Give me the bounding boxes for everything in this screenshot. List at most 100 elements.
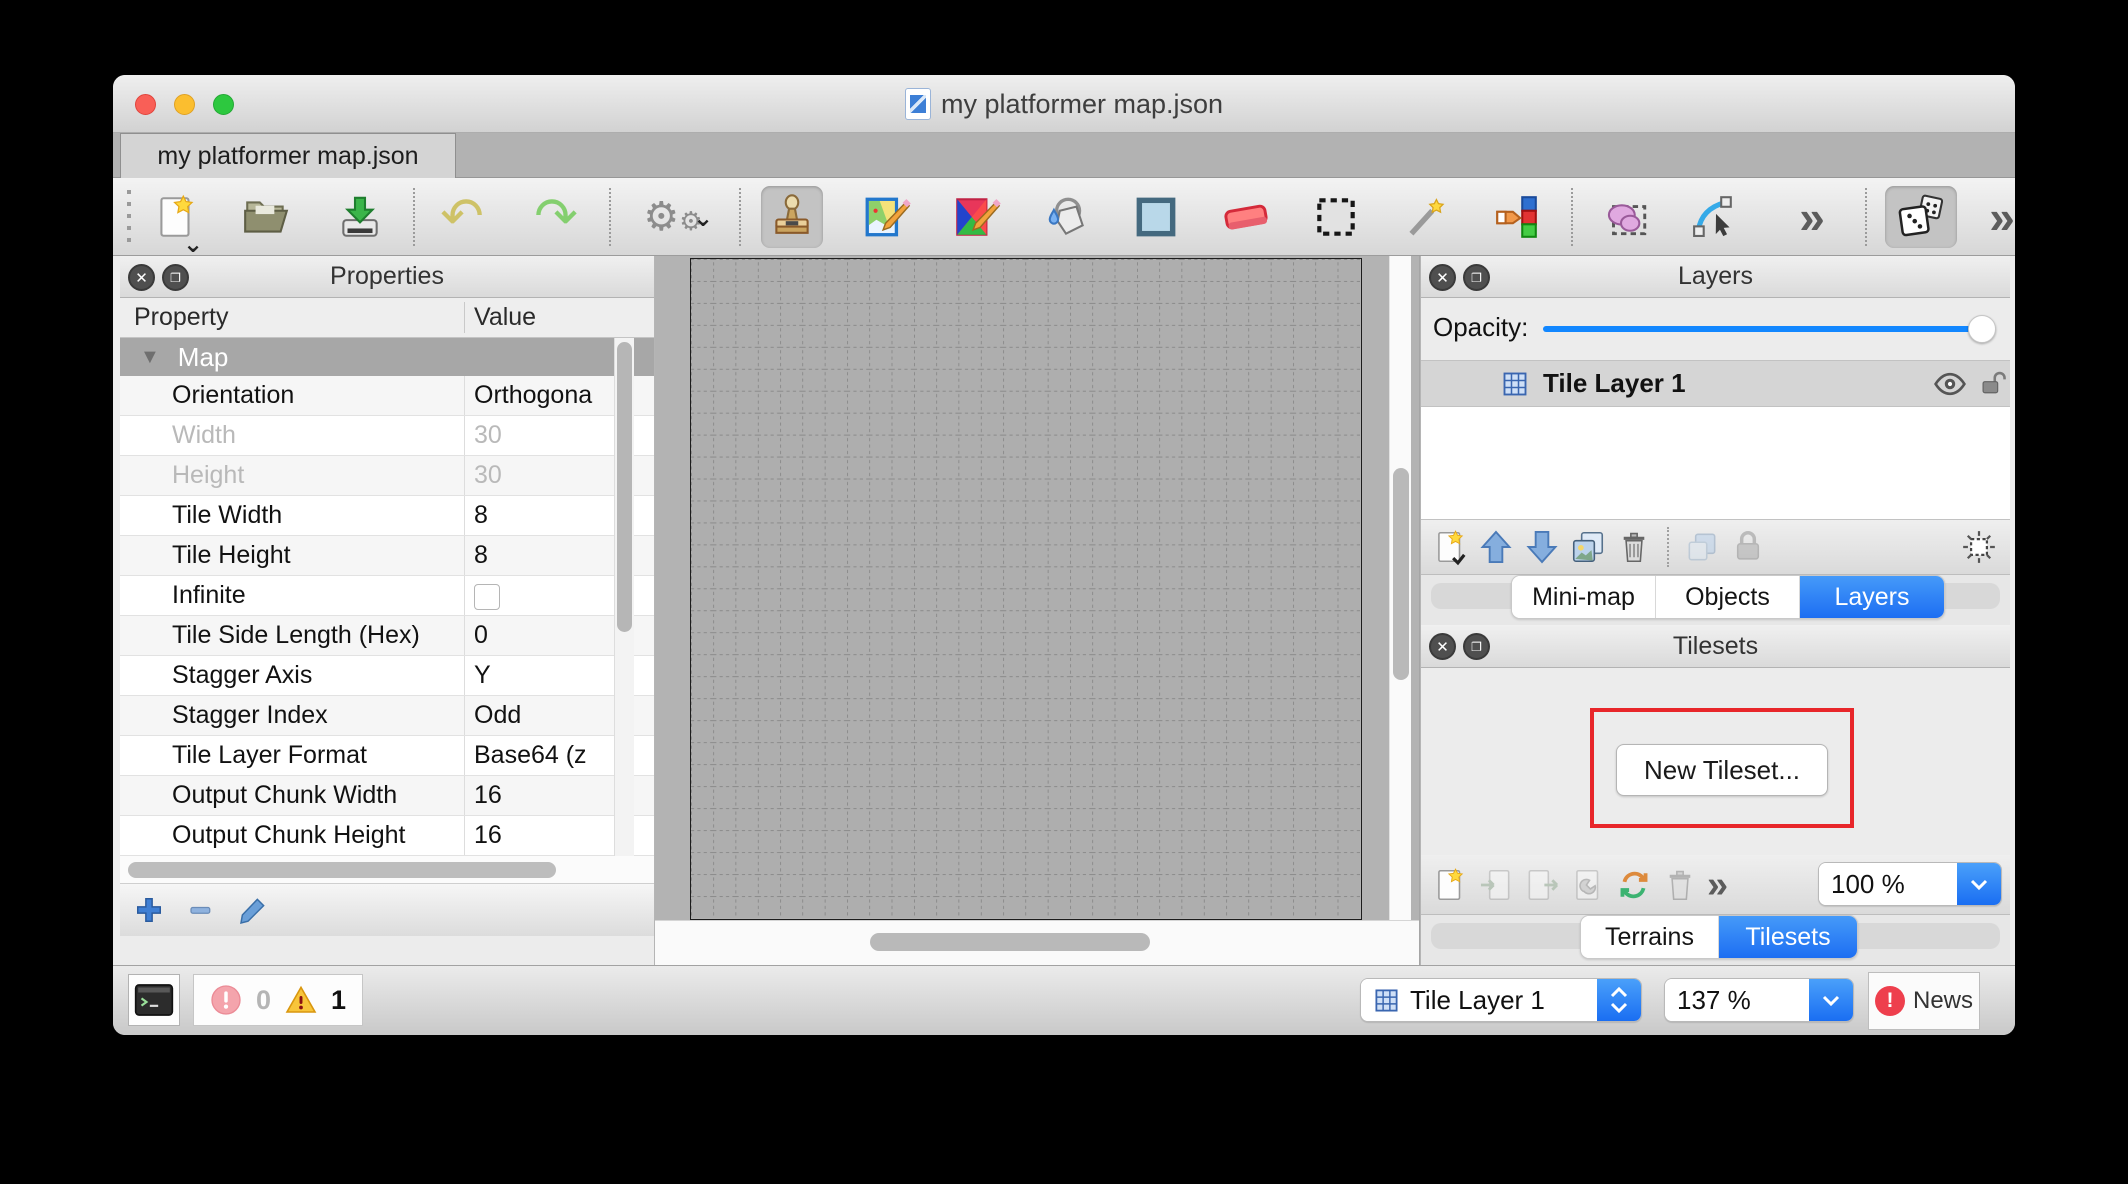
random-mode-button[interactable] (1885, 186, 1957, 248)
magic-wand-button[interactable] (1395, 186, 1457, 248)
scrollbar-thumb[interactable] (1393, 468, 1409, 680)
open-file-button[interactable] (235, 186, 297, 248)
property-group-map[interactable]: ▼ Map (120, 338, 654, 376)
edit-property-icon[interactable] (238, 895, 268, 925)
table-row[interactable]: Output Chunk Width16 (120, 776, 654, 816)
tools-overflow-button[interactable]: » (1781, 186, 1843, 248)
app-window: my platformer map.json my platformer map… (113, 75, 2015, 1035)
properties-table: OrientationOrthogona Width30 Height30 Ti… (120, 376, 654, 856)
infinite-checkbox[interactable] (474, 584, 500, 610)
tile-brush-button[interactable] (945, 186, 1007, 248)
reload-tileset-icon[interactable] (1615, 866, 1653, 904)
table-row[interactable]: Width30 (120, 416, 654, 456)
lower-layer-icon[interactable] (1523, 528, 1561, 566)
map-zoom-value: 137 % (1665, 979, 1809, 1021)
table-row[interactable]: Infinite (120, 576, 654, 616)
layer-row-selected[interactable]: Tile Layer 1 (1421, 361, 2010, 407)
tab-layers[interactable]: Layers (1800, 576, 1944, 618)
opacity-slider[interactable] (1543, 326, 1992, 332)
undo-button[interactable]: ↶ (431, 186, 493, 248)
table-row[interactable]: Output Chunk Height16 (120, 816, 654, 856)
float-panel-icon[interactable]: ❐ (1463, 633, 1490, 660)
close-panel-icon[interactable]: ✕ (1429, 633, 1456, 660)
square-shape-icon (1131, 192, 1181, 242)
float-panel-icon[interactable]: ❐ (1463, 264, 1490, 291)
close-panel-icon[interactable]: ✕ (128, 264, 155, 291)
table-row[interactable]: OrientationOrthogona (120, 376, 654, 416)
unlock-icon[interactable] (1979, 369, 2007, 399)
tab-objects[interactable]: Objects (1656, 576, 1800, 618)
redo-button[interactable]: ↷ (525, 186, 587, 248)
shape-fill-button[interactable] (1125, 186, 1187, 248)
console-button[interactable] (128, 974, 180, 1026)
table-row[interactable]: Tile Width8 (120, 496, 654, 536)
lock-layer-icon[interactable] (1729, 528, 1767, 566)
toolbar-grip[interactable] (127, 190, 131, 244)
terminal-icon (134, 983, 174, 1017)
eraser-button[interactable] (1215, 186, 1277, 248)
current-layer-select[interactable]: Tile Layer 1 (1360, 978, 1642, 1022)
new-layer-icon[interactable] (1431, 528, 1469, 566)
tileset-zoom-combo[interactable]: 100 % (1818, 862, 2002, 906)
highlight-current-layer-icon[interactable] (1960, 528, 1998, 566)
scrollbar-thumb[interactable] (617, 342, 632, 632)
add-property-icon[interactable] (134, 895, 164, 925)
scrollbar-thumb[interactable] (870, 933, 1150, 951)
commands-button[interactable]: ⚙⚙ ⌄ (631, 186, 715, 248)
delete-layer-icon[interactable] (1615, 528, 1653, 566)
new-tileset-icon[interactable] (1431, 866, 1469, 904)
toolbar-separator (1571, 188, 1573, 246)
terrain-brush-button[interactable] (855, 186, 917, 248)
raise-layer-icon[interactable] (1477, 528, 1515, 566)
stamp-brush-button[interactable] (761, 186, 823, 248)
canvas-hscrollbar-area (655, 920, 1419, 965)
select-objects-button[interactable] (1595, 186, 1657, 248)
highlight-layer-icon[interactable] (1683, 528, 1721, 566)
new-tileset-button[interactable]: New Tileset... (1616, 744, 1828, 796)
table-row[interactable]: Stagger AxisY (120, 656, 654, 696)
table-row[interactable]: Tile Side Length (Hex)0 (120, 616, 654, 656)
double-chevron-icon[interactable]: » (1707, 857, 1728, 913)
close-panel-icon[interactable]: ✕ (1429, 264, 1456, 291)
table-row[interactable]: Tile Layer FormatBase64 (z (120, 736, 654, 776)
new-map-button[interactable]: ⌄ (145, 186, 207, 248)
save-file-button[interactable] (329, 186, 391, 248)
edit-tileset-icon[interactable] (1569, 866, 1607, 904)
duplicate-layer-icon[interactable] (1569, 528, 1607, 566)
tab-tilesets[interactable]: Tilesets (1719, 916, 1857, 958)
news-button[interactable]: ! News (1868, 972, 1980, 1030)
canvas-vscrollbar[interactable] (1389, 256, 1411, 920)
layers-header: ✕ ❐ Layers (1421, 256, 2010, 298)
tab-minimap[interactable]: Mini-map (1512, 576, 1656, 618)
chevron-up-icon (1609, 986, 1629, 999)
layer-name: Tile Layer 1 (1543, 368, 1686, 399)
bucket-fill-button[interactable] (1035, 186, 1097, 248)
table-row[interactable]: Height30 (120, 456, 654, 496)
table-row[interactable]: Tile Height8 (120, 536, 654, 576)
rectangular-select-button[interactable] (1305, 186, 1367, 248)
tab-terrains[interactable]: Terrains (1581, 916, 1719, 958)
slider-knob[interactable] (1968, 315, 1996, 343)
same-tile-select-button[interactable] (1485, 186, 1547, 248)
export-tileset-icon[interactable] (1523, 866, 1561, 904)
remove-property-icon[interactable] (186, 895, 216, 925)
popup-stepper-button[interactable] (1597, 979, 1641, 1021)
properties-vscrollbar[interactable] (614, 338, 634, 856)
issues-counter[interactable]: 0 1 (193, 974, 363, 1026)
visibility-eye-icon[interactable] (1933, 369, 1967, 399)
import-tileset-icon[interactable] (1477, 866, 1515, 904)
document-tab[interactable]: my platformer map.json (120, 133, 456, 178)
table-row[interactable]: Stagger IndexOdd (120, 696, 654, 736)
toolbar-overflow-button[interactable]: » (1971, 186, 2015, 248)
combo-dropdown-button[interactable] (1957, 863, 2001, 905)
float-panel-icon[interactable]: ❐ (162, 264, 189, 291)
properties-hscrollbar[interactable] (120, 856, 654, 884)
delete-tileset-icon[interactable] (1661, 866, 1699, 904)
collapse-triangle-icon[interactable]: ▼ (140, 346, 160, 369)
map-canvas[interactable] (690, 258, 1362, 920)
scrollbar-thumb[interactable] (128, 862, 556, 878)
combo-dropdown-button[interactable] (1809, 979, 1853, 1021)
edit-polygons-button[interactable] (1685, 186, 1747, 248)
tilesets-toolbar: » 100 % (1421, 855, 2010, 915)
map-zoom-select[interactable]: 137 % (1664, 978, 1854, 1022)
